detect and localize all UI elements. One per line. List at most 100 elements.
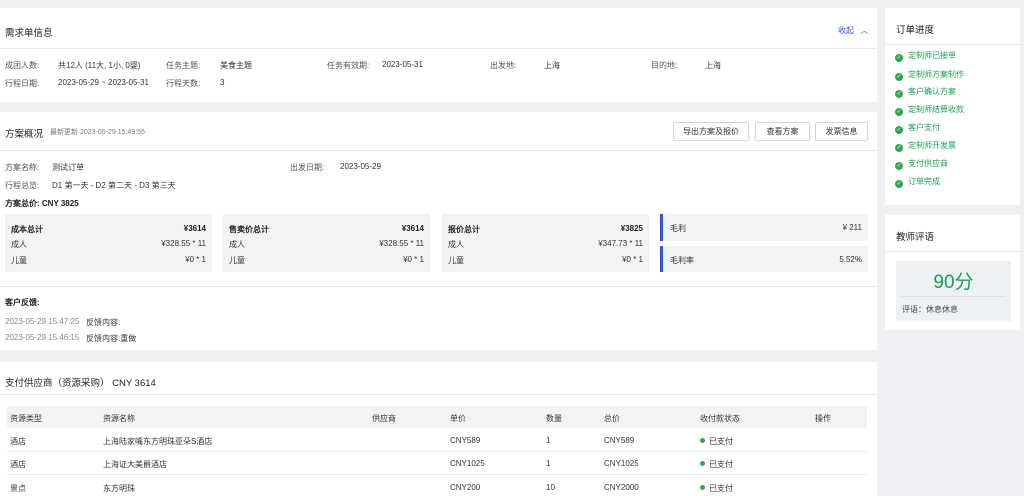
progress-step: ✓ 订单完成 xyxy=(895,176,940,188)
sale-title: 售卖价总计 xyxy=(229,225,269,234)
plan-updated: 最新更新 2023-05-29 15:49:55 xyxy=(50,129,145,136)
check-circle-icon: ✓ xyxy=(895,180,903,188)
profit-box: 毛利 ¥ 211 xyxy=(660,214,868,241)
paid-dot-icon xyxy=(700,461,705,466)
feedback-time: 2023-05-29 15:46:15 xyxy=(5,333,80,342)
row-status: 已支付 xyxy=(700,436,733,447)
progress-step: ✓ 定制师方案制作 xyxy=(895,69,964,81)
feedback-title: 客户反馈: xyxy=(5,298,40,307)
paid-dot-icon xyxy=(700,485,705,490)
cost-box: 成本总计 ¥3614 成人 ¥328.55 * 11 儿童 ¥0 * 1 xyxy=(5,214,212,272)
cost-child: ¥0 * 1 xyxy=(185,255,206,264)
progress-step: ✓ 定制师结算收款 xyxy=(895,104,964,116)
sale-box: 售卖价总计 ¥3614 成人 ¥328.55 * 11 儿童 ¥0 * 1 xyxy=(223,214,430,272)
theme-value: 美食主题 xyxy=(220,61,252,70)
row-type: 景点 xyxy=(10,484,26,493)
depart-date-value: 2023-05-29 xyxy=(340,162,381,171)
overview-value: D1 第一天 - D2 第二天 - D3 第三天 xyxy=(52,181,176,190)
score-panel: 90分 评语：休息休息 xyxy=(896,261,1011,321)
validity-label: 任务有效期: xyxy=(327,61,370,70)
check-circle-icon: ✓ xyxy=(895,126,903,134)
progress-step: ✓ 定制师已接单 xyxy=(895,50,956,62)
quote-title: 报价总计 xyxy=(448,225,480,234)
row-status: 已支付 xyxy=(700,483,733,494)
row-name: 东方明珠 xyxy=(103,484,135,493)
theme-label: 任务主题: xyxy=(166,61,201,70)
cost-child-label: 儿童 xyxy=(11,256,27,265)
progress-step: ✓ 定制师开发票 xyxy=(895,140,956,152)
plan-card: 方案概况 最新更新 2023-05-29 15:49:55 导出方案及报价 查看… xyxy=(0,112,877,350)
col-header-status: 收付款状态 xyxy=(700,414,740,423)
supplier-title: 支付供应商（资源采购） CNY 3614 xyxy=(5,378,156,389)
row-price: CNY589 xyxy=(450,436,481,445)
progress-step: ✓ 客户支付 xyxy=(895,122,940,134)
profit-rate-box: 毛利率 5.52% xyxy=(660,246,868,272)
sale-adult: ¥328.55 * 11 xyxy=(379,239,424,248)
row-total: CNY1025 xyxy=(604,459,639,468)
row-qty: 1 xyxy=(546,436,551,445)
step-label: 定制师结算收款 xyxy=(908,105,964,114)
plan-title: 方案概况 xyxy=(5,129,44,140)
profit-rate-value: 5.52% xyxy=(839,255,862,264)
export-quote-button[interactable]: 导出方案及报价 xyxy=(673,122,749,141)
row-price: CNY1025 xyxy=(450,459,485,468)
col-header-name: 资源名称 xyxy=(103,414,135,423)
col-header-type: 资源类型 xyxy=(10,414,42,423)
chevron-up-icon[interactable]: ︿ xyxy=(860,26,868,35)
quote-child-label: 儿童 xyxy=(448,256,464,265)
feedback-time: 2023-05-29 15:47:25 xyxy=(5,317,80,326)
quote-child: ¥0 * 1 xyxy=(622,255,643,264)
view-plan-button[interactable]: 查看方案 xyxy=(755,122,810,141)
row-type: 酒店 xyxy=(10,460,26,469)
group-value: 共12人 (11大, 1小, 0婴) xyxy=(58,61,141,70)
plan-total: 方案总价: CNY 3825 xyxy=(5,199,79,208)
quote-box: 报价总计 ¥3825 成人 ¥347.73 * 11 儿童 ¥0 * 1 xyxy=(442,214,649,272)
score-value: 90分 xyxy=(933,272,974,293)
step-label: 客户确认方案 xyxy=(908,87,956,96)
plan-name-label: 方案名称: xyxy=(5,163,40,172)
depart-label: 出发地: xyxy=(490,61,517,70)
step-label: 定制师方案制作 xyxy=(908,70,964,79)
collapse-link[interactable]: 收起 ︿ xyxy=(838,25,868,36)
collapse-label[interactable]: 收起 xyxy=(838,26,854,35)
sale-child: ¥0 * 1 xyxy=(403,255,424,264)
check-circle-icon: ✓ xyxy=(895,73,903,81)
col-header-price: 单价 xyxy=(450,414,466,423)
supplier-card: 支付供应商（资源采购） CNY 3614 资源类型 资源名称 供应商 单价 数量… xyxy=(0,362,877,496)
status-label: 已支付 xyxy=(709,460,733,469)
progress-step: ✓ 客户确认方案 xyxy=(895,86,956,98)
status-label: 已支付 xyxy=(709,437,733,446)
depart-value: 上海 xyxy=(544,61,560,70)
paid-dot-icon xyxy=(700,438,705,443)
sale-total: ¥3614 xyxy=(401,224,424,233)
row-type: 酒店 xyxy=(10,437,26,446)
overview-label: 行程总览: xyxy=(5,181,40,190)
cost-adult: ¥328.55 * 11 xyxy=(161,239,206,248)
cost-adult-label: 成人 xyxy=(11,240,27,249)
dates-value: 2023-05-29 ~ 2023-05-31 xyxy=(58,78,149,87)
group-label: 成团人数: xyxy=(5,61,40,70)
check-circle-icon: ✓ xyxy=(895,144,903,152)
progress-title: 订单进度 xyxy=(896,25,935,36)
check-circle-icon: ✓ xyxy=(895,90,903,98)
invoice-info-button[interactable]: 发票信息 xyxy=(815,122,868,141)
step-label: 定制师已接单 xyxy=(908,51,956,60)
requirement-title: 需求单信息 xyxy=(5,28,53,39)
status-label: 已支付 xyxy=(709,484,733,493)
dates-label: 行程日期: xyxy=(5,79,40,88)
dest-label: 目的地: xyxy=(651,61,678,70)
profit-rate-label: 毛利率 xyxy=(670,256,694,265)
progress-step: ✓ 支付供应商 xyxy=(895,158,948,170)
requirement-card: 需求单信息 收起 ︿ 成团人数: 共12人 (11大, 1小, 0婴) 任务主题… xyxy=(0,8,877,102)
check-circle-icon: ✓ xyxy=(895,162,903,170)
step-label: 客户支付 xyxy=(908,123,940,132)
profit-label: 毛利 xyxy=(670,224,686,233)
check-circle-icon: ✓ xyxy=(895,54,903,62)
col-header-total: 总价 xyxy=(604,414,620,423)
row-name: 上海证大美爵酒店 xyxy=(103,460,167,469)
check-circle-icon: ✓ xyxy=(895,108,903,116)
review-title: 教师评语 xyxy=(896,232,935,243)
col-header-qty: 数量 xyxy=(546,414,562,423)
review-comment: 评语：休息休息 xyxy=(902,305,958,314)
feedback-text: 反馈内容:重做 xyxy=(86,334,137,343)
